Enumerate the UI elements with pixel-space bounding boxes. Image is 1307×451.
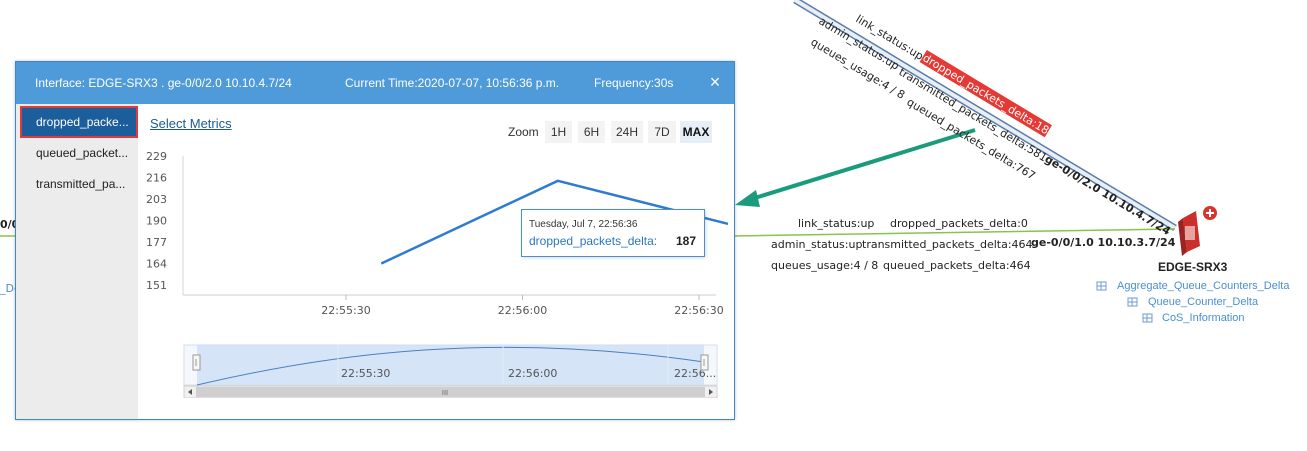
metric-item-dropped-packets[interactable]: dropped_packe... [20,106,138,138]
lower-queued: queued_packets_delta:464 [883,259,1031,272]
y-tick-label: 151 [146,279,167,292]
x-tick-label: 22:56:30 [674,304,723,316]
router-icon[interactable] [1178,206,1217,256]
chart-tooltip: Tuesday, Jul 7, 22:56:36 dropped_packets… [521,209,705,257]
y-tick-label: 203 [146,193,167,206]
tooltip-value: 187 [675,234,696,248]
metric-item-queued-packets[interactable]: queued_packet... [22,139,136,167]
node-name[interactable]: EDGE-SRX3 [1158,260,1227,274]
metric-sidebar: dropped_packe... queued_packet... transm… [16,104,138,419]
lower-interface-label: ge-0/0/1.0 10.10.3.7/24 [1031,236,1176,249]
close-icon[interactable]: × [706,72,724,92]
tooltip-series-name: dropped_packets_delta: [529,234,658,248]
pointer-arrow-head [735,190,760,207]
metric-item-transmitted-packets[interactable]: transmitted_pa... [22,170,136,198]
lower-link-line[interactable] [732,228,1176,237]
navigator-right-handle[interactable] [700,354,709,371]
y-tick-label: 164 [146,258,167,271]
lower-link-status: link_status:up [798,217,875,230]
zoom-max-button[interactable]: MAX [680,121,712,143]
popup-current-time: Current Time:2020-07-07, 10:56:36 p.m. [345,76,560,90]
zoom-24h-button[interactable]: 24H [611,121,643,143]
navigator-selected-range[interactable] [197,345,704,385]
scrollbar-grip: III [442,389,448,397]
y-tick-label: 216 [146,172,167,185]
popup-frequency: Frequency:30s [594,76,674,90]
navigator-label-2: 22:56:00 [508,367,557,380]
x-tick-label: 22:55:30 [321,304,370,316]
tooltip-date: Tuesday, Jul 7, 22:56:36 [529,219,638,230]
navigator-label-3: 22:56... [674,367,716,380]
node-link-aggregate-queue[interactable]: Aggregate_Queue_Counters_Delta [1117,280,1289,292]
y-tick-label: 190 [146,215,167,228]
node-link-cos-information[interactable]: CoS_Information [1162,312,1245,324]
lower-admin-status: admin_status:up [771,238,863,251]
zoom-1h-button[interactable]: 1H [545,121,572,143]
metrics-popup: Interface: EDGE-SRX3 . ge-0/0/2.0 10.10.… [15,61,735,420]
navigator-scrollbar-thumb[interactable] [196,387,705,397]
navigator-label-1: 22:55:30 [341,367,390,380]
navigator-left-handle[interactable] [192,354,201,371]
zoom-label: Zoom [508,125,539,139]
y-tick-label: 177 [146,236,167,249]
lower-transmitted: transmitted_packets_delta:464 [862,238,1033,251]
lower-queues-usage: queues_usage:4 / 8 [771,259,879,272]
node-link-queue-counter[interactable]: Queue_Counter_Delta [1148,296,1258,308]
x-tick-label: 22:56:00 [498,304,547,316]
pointer-arrow [744,128,976,203]
popup-header: Interface: EDGE-SRX3 . ge-0/0/2.0 10.10.… [16,62,734,104]
popup-interface-title: Interface: EDGE-SRX3 . ge-0/0/2.0 10.10.… [35,76,292,90]
zoom-6h-button[interactable]: 6H [578,121,605,143]
select-metrics-link[interactable]: Select Metrics [150,116,232,131]
y-tick-label: 229 [146,150,167,163]
zoom-7d-button[interactable]: 7D [648,121,676,143]
upper-interface-label: ge-0/0/2.0 10.10.4.7/24 [1042,152,1173,238]
time-navigator[interactable]: 22:55:30 22:56:00 22:56... III [138,342,728,398]
lower-dropped: dropped_packets_delta:0 [890,217,1028,230]
